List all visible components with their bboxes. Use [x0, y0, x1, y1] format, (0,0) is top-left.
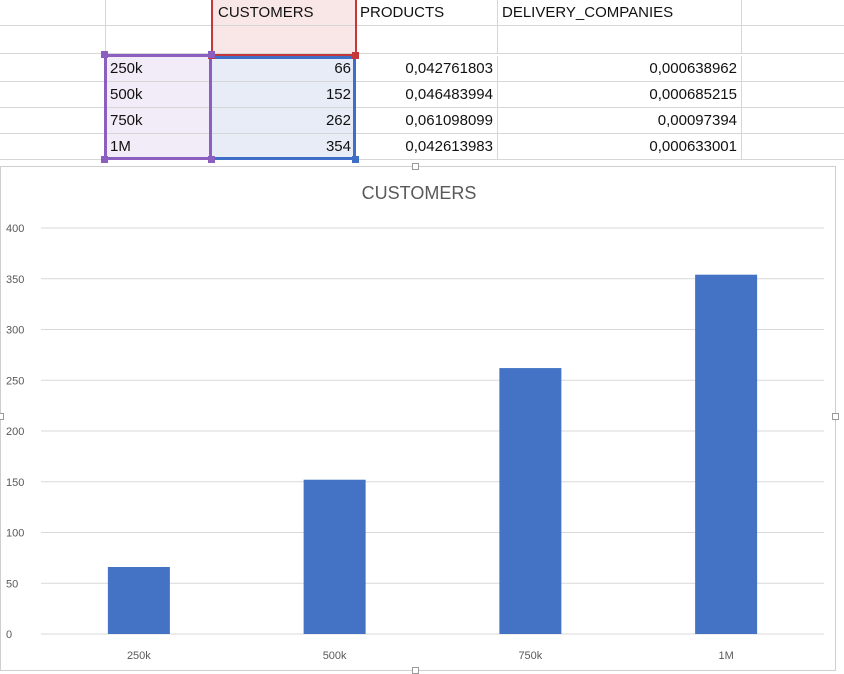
delivery-value[interactable]: 0,00097394 — [498, 108, 742, 134]
cell-f[interactable] — [742, 134, 844, 160]
header-products[interactable]: PRODUCTS — [356, 0, 498, 26]
cell-a2[interactable] — [0, 26, 106, 54]
cell-b2[interactable] — [106, 26, 212, 54]
products-value[interactable]: 0,042761803 — [356, 56, 498, 82]
delivery-value[interactable]: 0,000685215 — [498, 82, 742, 108]
resize-handle-bottom[interactable] — [412, 667, 419, 674]
y-tick-label: 0 — [6, 629, 12, 641]
cell-a1[interactable] — [0, 0, 106, 26]
cell-f[interactable] — [742, 82, 844, 108]
resize-handle-right[interactable] — [832, 413, 839, 420]
header-customers[interactable]: CUSTOMERS — [212, 0, 356, 26]
y-tick-label: 50 — [6, 578, 18, 590]
customers-value[interactable]: 262 — [212, 108, 356, 134]
row-label[interactable]: 500k — [106, 82, 212, 108]
cell-a[interactable] — [0, 134, 106, 160]
cell-a[interactable] — [0, 108, 106, 134]
data-row: 1M 354 0,042613983 0,000633001 — [0, 134, 844, 160]
customers-value[interactable]: 66 — [212, 56, 356, 82]
customers-value[interactable]: 354 — [212, 134, 356, 160]
spreadsheet-grid: CUSTOMERS PRODUCTS DELIVERY_COMPANIES 25… — [0, 0, 844, 170]
products-value[interactable]: 0,042613983 — [356, 134, 498, 160]
x-tick-label: 1M — [718, 650, 733, 662]
cell-c2[interactable] — [212, 26, 356, 54]
resize-handle-top[interactable] — [412, 163, 419, 170]
row-label[interactable]: 750k — [106, 108, 212, 134]
cell-f[interactable] — [742, 108, 844, 134]
delivery-value[interactable]: 0,000633001 — [498, 134, 742, 160]
cell-a[interactable] — [0, 56, 106, 82]
y-tick-label: 150 — [6, 477, 24, 489]
bar-chart-plot: 0 50 100 150 200 250 300 350 400 250k 500k 750k 1M — [6, 223, 824, 662]
header-delivery-companies[interactable]: DELIVERY_COMPANIES — [498, 0, 742, 26]
y-tick-label: 200 — [6, 426, 24, 438]
bar — [107, 567, 170, 634]
row-label[interactable]: 250k — [106, 56, 212, 82]
cell-e2[interactable] — [498, 26, 742, 54]
row-label[interactable]: 1M — [106, 134, 212, 160]
resize-handle-left[interactable] — [0, 413, 4, 420]
products-value[interactable]: 0,061098099 — [356, 108, 498, 134]
chart-area[interactable]: CUSTOMERS 0 50 100 150 200 250 300 350 400 250k 50… — [0, 163, 839, 674]
y-tick-label: 350 — [6, 274, 24, 286]
x-tick-label: 750k — [518, 650, 542, 662]
bar — [499, 368, 562, 634]
cell-a[interactable] — [0, 82, 106, 108]
data-row: 750k 262 0,061098099 0,00097394 — [0, 108, 844, 134]
y-tick-label: 100 — [6, 528, 24, 540]
header-row: CUSTOMERS PRODUCTS DELIVERY_COMPANIES — [0, 0, 844, 26]
y-tick-label: 400 — [6, 223, 24, 235]
customers-value[interactable]: 152 — [212, 82, 356, 108]
bar — [303, 479, 366, 634]
delivery-value[interactable]: 0,000638962 — [498, 56, 742, 82]
x-tick-label: 500k — [323, 650, 347, 662]
cell-f[interactable] — [742, 56, 844, 82]
y-tick-label: 250 — [6, 375, 24, 387]
bar — [695, 274, 758, 634]
cell-f1[interactable] — [742, 0, 844, 26]
empty-row — [0, 26, 844, 54]
y-tick-label: 300 — [6, 325, 24, 337]
cell-d2[interactable] — [356, 26, 498, 54]
cell-b1[interactable] — [106, 0, 212, 26]
data-row: 500k 152 0,046483994 0,000685215 — [0, 82, 844, 108]
data-row: 250k 66 0,042761803 0,000638962 — [0, 56, 844, 82]
cell-f2[interactable] — [742, 26, 844, 54]
products-value[interactable]: 0,046483994 — [356, 82, 498, 108]
x-tick-label: 250k — [127, 650, 151, 662]
